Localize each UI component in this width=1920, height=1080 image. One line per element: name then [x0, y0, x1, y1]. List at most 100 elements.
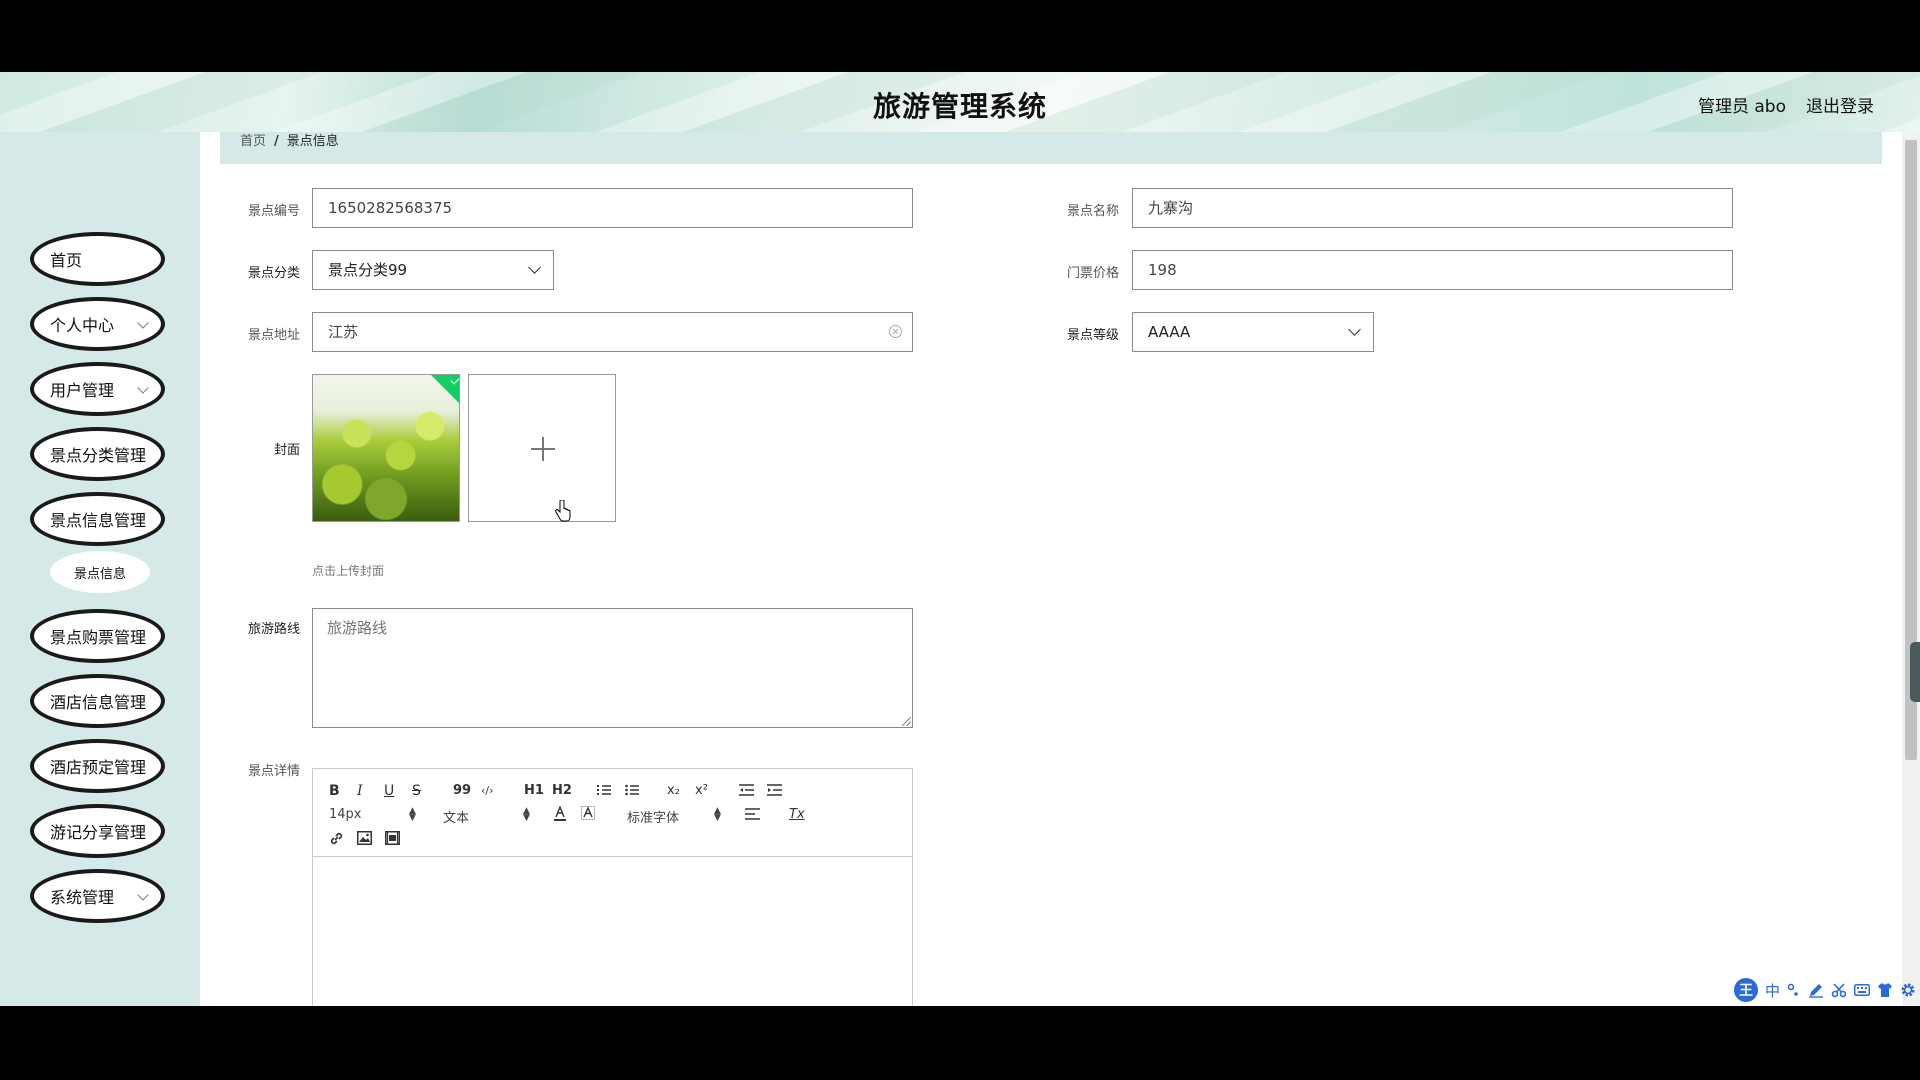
upload-hint: 点击上传封面 — [312, 564, 385, 578]
skin-shirt-icon[interactable] — [1877, 982, 1893, 998]
outdent-icon[interactable] — [739, 783, 754, 797]
field-label: 旅游路线 — [247, 622, 300, 637]
plus-icon — [542, 437, 544, 461]
sidebar-item-hotel[interactable]: 酒店信息管理 — [30, 674, 165, 728]
indent-icon[interactable] — [767, 783, 782, 797]
logout-link[interactable]: 退出登录 — [1806, 92, 1874, 117]
side-panel-handle[interactable] — [1910, 642, 1920, 702]
field-label: 封面 — [273, 443, 300, 458]
strike-button[interactable]: S — [412, 783, 421, 799]
ordered-list-icon[interactable] — [597, 783, 611, 797]
blockquote-button[interactable]: 99 — [453, 783, 471, 799]
subscript-button[interactable]: x₂ — [667, 783, 680, 799]
font-size-value: 14px — [329, 807, 362, 822]
sidebar-subitem-scenic-info[interactable]: 景点信息 — [50, 551, 150, 593]
underline-button[interactable]: U — [384, 783, 394, 799]
sidebar-item-booking[interactable]: 酒店预定管理 — [30, 739, 165, 793]
chevron-down-icon — [137, 382, 149, 394]
level-select[interactable]: AAAA — [1132, 312, 1374, 352]
cover-upload-button[interactable] — [468, 374, 616, 522]
font-family-select[interactable]: 标准字体 ▲ ▼ — [627, 806, 721, 827]
align-icon[interactable] — [745, 808, 760, 821]
breadcrumb-home[interactable]: 首页 — [240, 134, 266, 149]
italic-button[interactable]: I — [357, 783, 363, 799]
updown-arrow-icon: ▲ ▼ — [409, 806, 416, 823]
updown-arrow-icon: ▲ ▼ — [523, 806, 530, 823]
sidebar-item-label: 用户管理 — [50, 381, 115, 400]
hand-cursor-icon — [555, 500, 571, 522]
sidebar-item-label: 景点分类管理 — [50, 446, 147, 465]
chevron-down-icon — [137, 317, 149, 329]
settings-gear-icon[interactable] — [1900, 982, 1916, 998]
sidebar-item-scenic[interactable]: 景点信息管理 — [30, 492, 165, 546]
code-block-button[interactable]: ‹/› — [481, 783, 494, 799]
field-label: 景点详情 — [247, 764, 300, 779]
sidebar-item-label: 个人中心 — [50, 316, 115, 335]
scenic-name-input[interactable]: 九寨沟 — [1132, 188, 1733, 228]
image-icon[interactable] — [357, 831, 372, 845]
bullet-list-icon[interactable] — [625, 783, 639, 797]
bold-button[interactable]: B — [329, 783, 340, 799]
select-value: AAAA — [1148, 323, 1191, 341]
sidebar-subitem-label: 景点信息 — [73, 566, 126, 582]
ime-mode-toggle[interactable]: 中 — [1765, 980, 1780, 1001]
input-value: 198 — [1148, 261, 1177, 279]
category-select[interactable]: 景点分类99 — [312, 250, 554, 290]
upload-success-badge — [429, 375, 459, 406]
cover-image-thumbnail[interactable] — [312, 374, 460, 522]
app-window: 旅游管理系统 管理员 abo 退出登录 首页 个人中心 用户管理 景点分类管理 … — [0, 72, 1920, 1006]
link-icon[interactable] — [329, 831, 344, 846]
sidebar-nav: 首页 个人中心 用户管理 景点分类管理 景点信息管理 景点信息 景点购票管理 酒… — [0, 132, 200, 1006]
resize-handle[interactable] — [902, 717, 911, 726]
field-label: 景点编号 — [247, 204, 300, 219]
h1-button[interactable]: H1 — [524, 783, 544, 799]
sidebar-item-ticket[interactable]: 景点购票管理 — [30, 609, 165, 663]
field-label: 门票价格 — [1066, 266, 1119, 281]
sidebar-item-home[interactable]: 首页 — [30, 232, 165, 286]
sidebar-item-users[interactable]: 用户管理 — [30, 362, 165, 416]
sidebar-item-label: 系统管理 — [50, 888, 115, 907]
ticket-price-input[interactable]: 198 — [1132, 250, 1733, 290]
sidebar-item-category[interactable]: 景点分类管理 — [30, 427, 165, 481]
sidebar-item-label: 酒店信息管理 — [50, 693, 147, 712]
header-select[interactable]: 文本 ▲ ▼ — [443, 806, 530, 827]
font-size-select[interactable]: 14px ▲ ▼ — [329, 806, 416, 823]
sidebar-item-label: 景点购票管理 — [50, 628, 147, 647]
clear-format-button[interactable]: Tx — [789, 807, 805, 823]
h2-button[interactable]: H2 — [552, 783, 572, 799]
breadcrumb-current: 景点信息 — [286, 134, 339, 149]
header-select-value: 文本 — [443, 811, 470, 826]
font-color-icon[interactable] — [553, 806, 567, 822]
top-header: 旅游管理系统 管理员 abo 退出登录 — [0, 72, 1920, 132]
punctuation-icon[interactable] — [1787, 983, 1801, 997]
route-textarea[interactable] — [312, 608, 913, 728]
sidebar-item-travelogue[interactable]: 游记分享管理 — [30, 804, 165, 858]
breadcrumb: 首页 / 景点信息 — [220, 132, 1882, 164]
field-label: 景点分类 — [247, 266, 300, 281]
superscript-button[interactable]: x² — [695, 783, 708, 799]
video-icon[interactable] — [385, 831, 400, 845]
keyboard-icon[interactable] — [1854, 983, 1870, 997]
sidebar-item-system[interactable]: 系统管理 — [30, 869, 165, 923]
chevron-down-icon — [1348, 323, 1361, 336]
chevron-down-icon — [137, 889, 149, 901]
address-input[interactable]: 江苏 — [312, 312, 913, 352]
scissors-icon[interactable] — [1831, 982, 1847, 998]
ime-logo-icon[interactable]: 王 — [1733, 978, 1758, 1002]
clear-icon[interactable] — [889, 325, 902, 338]
input-value: 九寨沟 — [1148, 199, 1194, 217]
ime-toolbar: 王 中 — [1733, 978, 1916, 1002]
rich-text-editor: B I U S 99 ‹/› H1 H2 x₂ x² 14px ▲ ▼ 文本 ▲ ▼ 标… — [312, 768, 913, 1006]
updown-arrow-icon: ▲ ▼ — [714, 806, 721, 823]
sidebar-item-profile[interactable]: 个人中心 — [30, 297, 165, 351]
sidebar-item-label: 景点信息管理 — [50, 511, 147, 530]
input-value: 1650282568375 — [328, 199, 453, 217]
background-color-icon[interactable] — [581, 806, 595, 822]
admin-user-label: 管理员 abo — [1697, 97, 1786, 117]
field-label: 景点等级 — [1066, 328, 1119, 343]
system-title: 旅游管理系统 — [872, 90, 1047, 123]
pen-icon[interactable] — [1808, 982, 1824, 998]
scenic-id-input[interactable]: 1650282568375 — [312, 188, 913, 228]
sidebar-item-label: 游记分享管理 — [50, 823, 147, 842]
field-label: 景点名称 — [1066, 204, 1119, 219]
